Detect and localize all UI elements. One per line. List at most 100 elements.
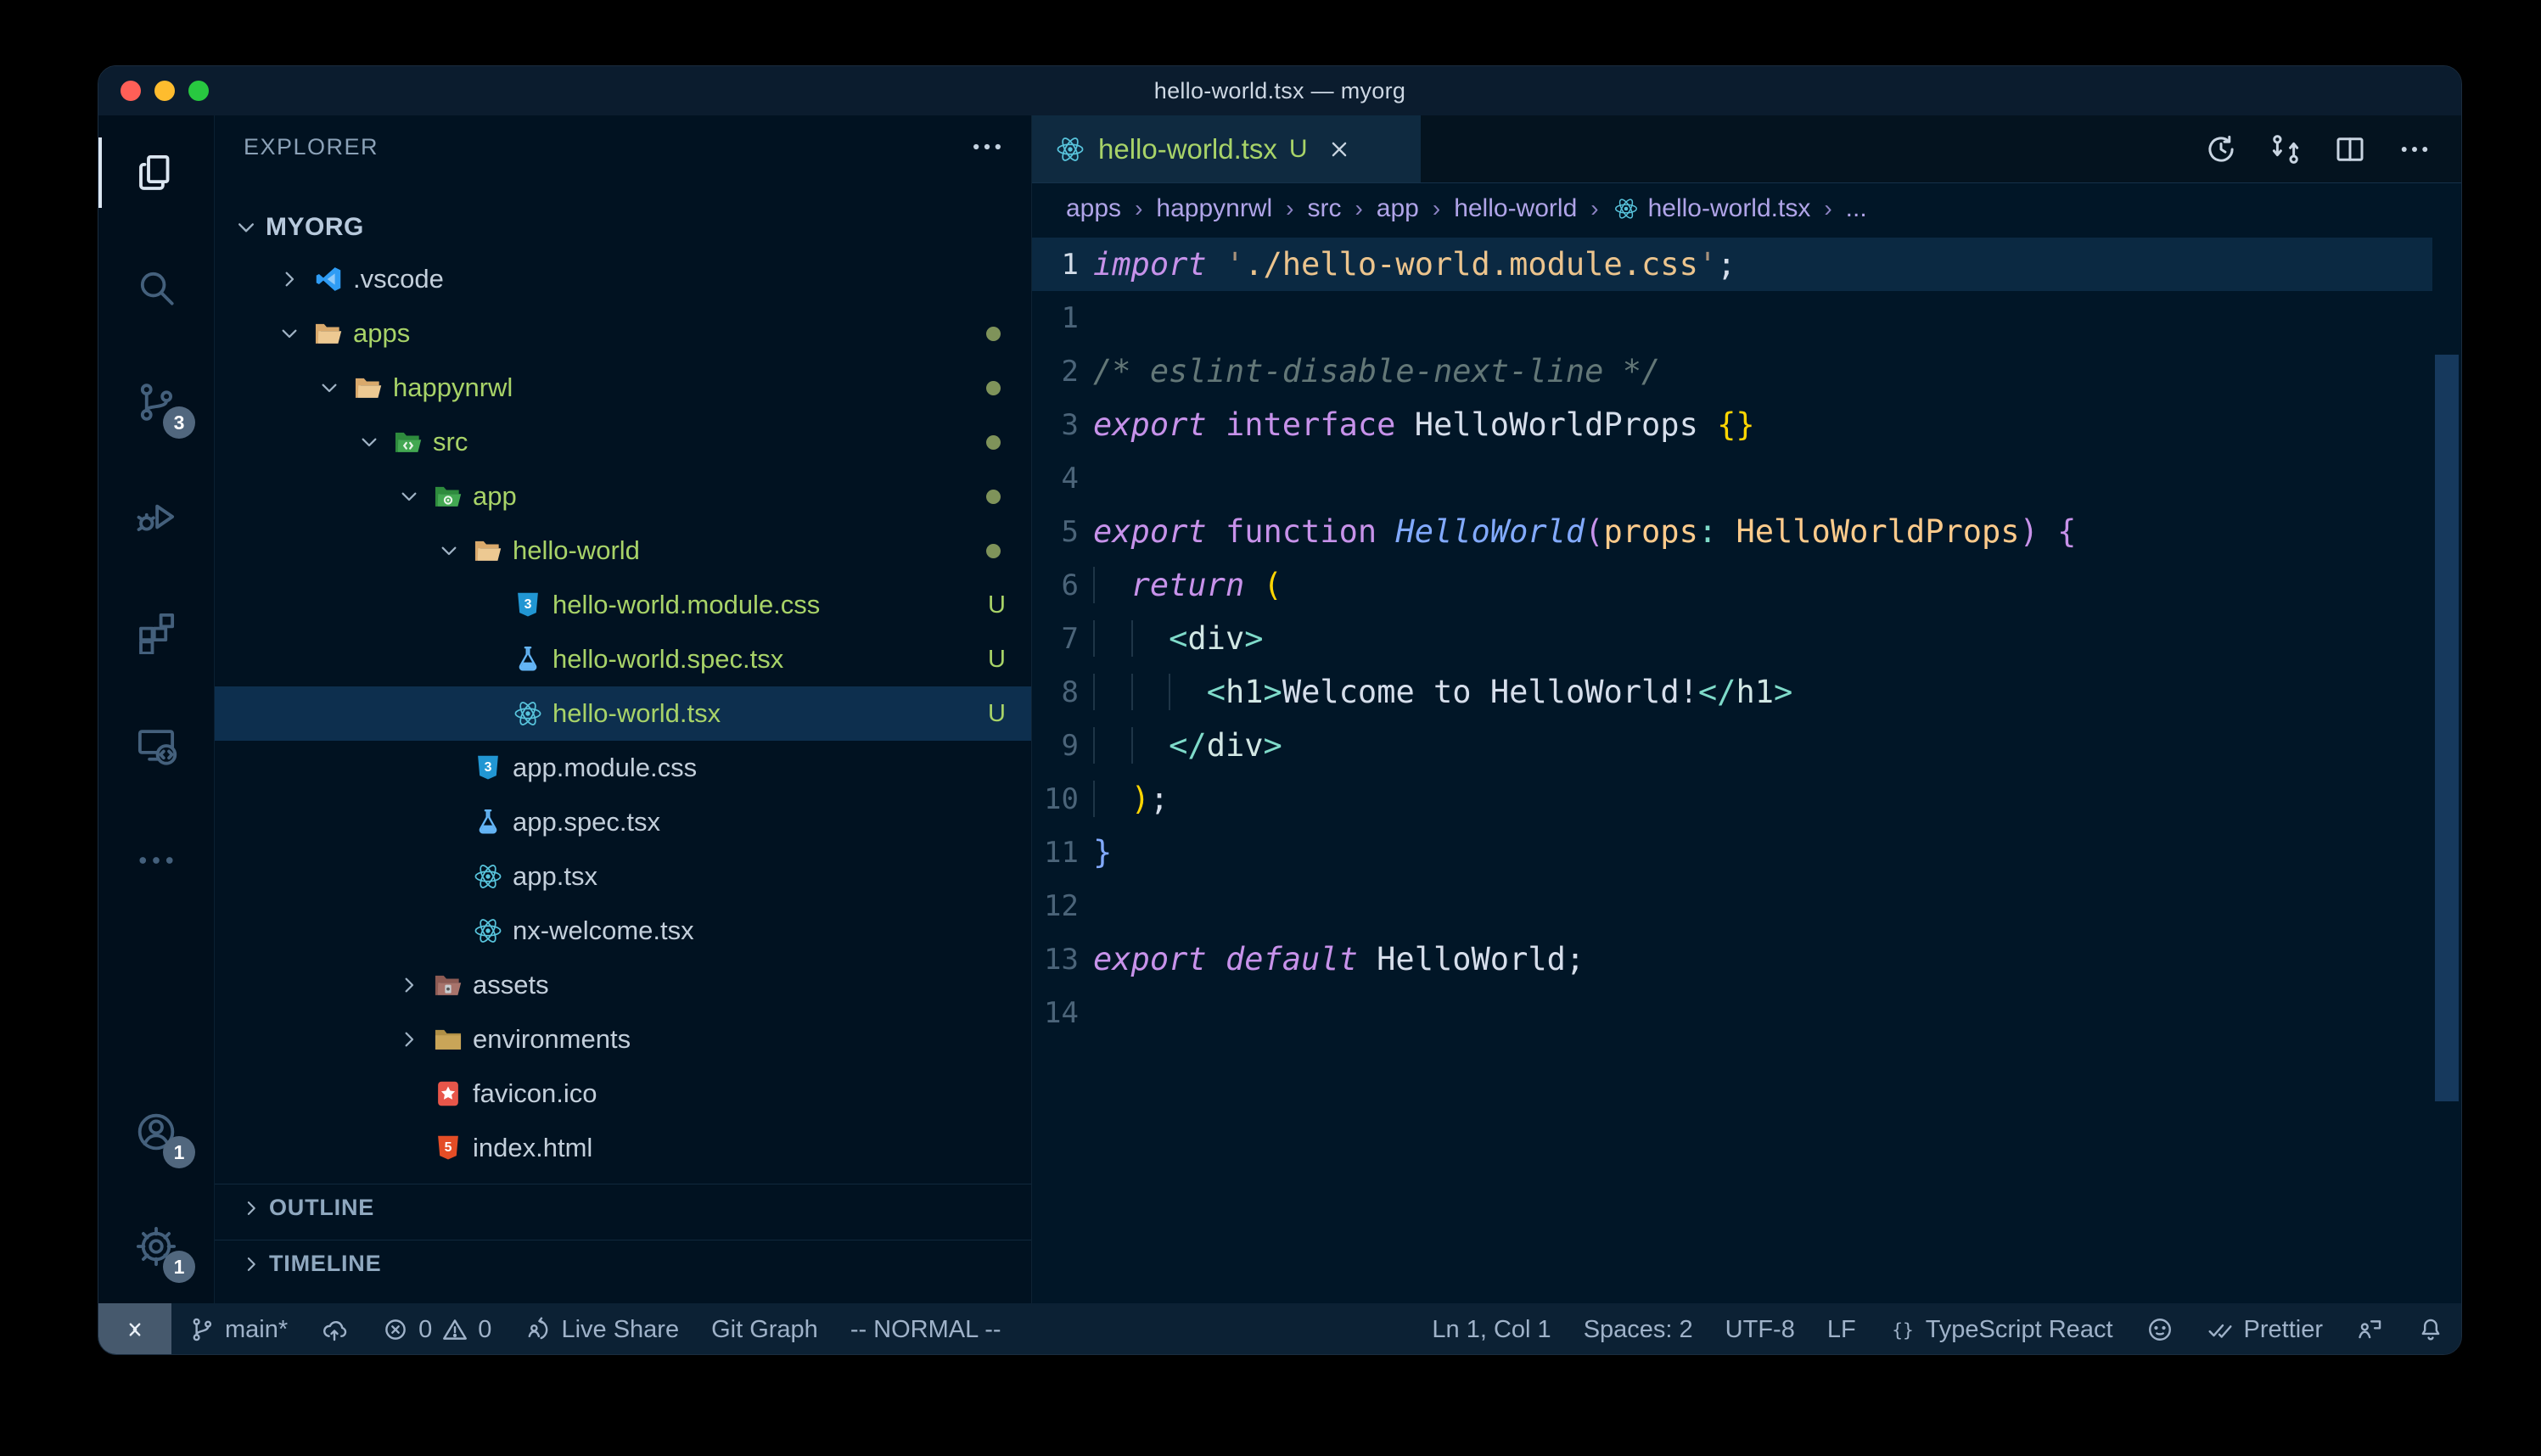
tree-item-assets[interactable]: assets	[215, 958, 1031, 1012]
code-line: 9 </div>	[1032, 719, 2461, 772]
line-number: 8	[1032, 675, 1079, 709]
line-number: 10	[1032, 782, 1079, 816]
code-editor[interactable]: 1import './hello-world.module.css';12/* …	[1032, 234, 2461, 1303]
sidebar-section-outline[interactable]: OUTLINE	[215, 1184, 1031, 1231]
test-icon	[508, 643, 547, 675]
vscode-icon	[309, 263, 348, 295]
activity-bar-item-explorer[interactable]	[98, 115, 214, 230]
close-window-button[interactable]	[121, 81, 141, 101]
breadcrumb-item[interactable]: app	[1377, 194, 1419, 223]
split-editor-icon[interactable]	[2332, 132, 2368, 167]
tree-item-favicon-ico[interactable]: favicon.ico	[215, 1067, 1031, 1121]
line-number: 9	[1032, 729, 1079, 763]
line-number: 1	[1032, 301, 1079, 335]
status-indentation[interactable]: Spaces: 2	[1568, 1303, 1709, 1355]
more-actions-icon[interactable]	[2397, 132, 2432, 167]
status-remote-indicator[interactable]	[98, 1303, 171, 1355]
status-git-branch[interactable]: main*	[171, 1303, 304, 1355]
sidebar-section-timeline[interactable]: TIMELINE	[215, 1240, 1031, 1287]
breadcrumb-item[interactable]: apps	[1066, 194, 1121, 223]
activity-bar-item-accounts[interactable]: 1	[98, 1074, 214, 1189]
status-cursor-position[interactable]: Ln 1, Col 1	[1416, 1303, 1567, 1355]
brackets-icon: {}	[1888, 1315, 1917, 1344]
tree-item-apps[interactable]: apps	[215, 306, 1031, 361]
git-modified-dot	[986, 544, 1001, 558]
git-untracked-badge: U	[988, 700, 1006, 728]
tree-item-src[interactable]: src	[215, 415, 1031, 469]
status-live-share[interactable]: Live Share	[508, 1303, 695, 1355]
breadcrumb-item[interactable]: happynrwl	[1156, 194, 1272, 223]
status-encoding[interactable]: UTF-8	[1709, 1303, 1811, 1355]
timeline-history-icon[interactable]	[2203, 132, 2239, 167]
status-problems[interactable]: 00	[365, 1303, 508, 1355]
tree-item-hello-world[interactable]: hello-world	[215, 524, 1031, 578]
activity-bar-item-more-views[interactable]	[98, 803, 214, 917]
activity-bar-item-run-debug[interactable]	[98, 459, 214, 574]
tree-item-app-module-css[interactable]: 3app.module.css	[215, 741, 1031, 795]
breadcrumb-separator: ›	[1433, 195, 1440, 222]
status-vim-mode[interactable]: -- NORMAL --	[834, 1303, 1018, 1355]
breadcrumb-item[interactable]: hello-world.tsx	[1613, 194, 1811, 223]
status-eol[interactable]: LF	[1811, 1303, 1872, 1355]
breadcrumb-separator: ›	[1355, 195, 1362, 222]
breadcrumb-item[interactable]: ...	[1846, 194, 1867, 223]
tab-hello-world-tsx[interactable]: hello-world.tsx U	[1032, 115, 1421, 182]
svg-text:3: 3	[485, 760, 492, 775]
tree-item-environments[interactable]: environments	[215, 1012, 1031, 1067]
favicon-icon	[429, 1078, 468, 1110]
open-changes-icon[interactable]	[2268, 132, 2303, 167]
editor-scrollbar[interactable]	[2435, 355, 2459, 1101]
activity-bar-item-settings[interactable]: 1	[98, 1189, 214, 1303]
breadcrumb-item[interactable]: src	[1307, 194, 1341, 223]
status-sync[interactable]	[304, 1303, 365, 1355]
status-notifications[interactable]	[2400, 1303, 2461, 1355]
activity-bar-item-remote-explorer[interactable]	[98, 688, 214, 803]
status-prettier[interactable]: Prettier	[2190, 1303, 2339, 1355]
tree-item-app-spec-tsx[interactable]: app.spec.tsx	[215, 795, 1031, 849]
activity-bar-item-extensions[interactable]	[98, 574, 214, 688]
tree-root-myorg[interactable]: MYORG	[215, 203, 1031, 252]
tree-item--vscode[interactable]: .vscode	[215, 252, 1031, 306]
line-number: 12	[1032, 889, 1079, 923]
more-icon	[133, 837, 179, 883]
activity-bar-item-source-control[interactable]: 3	[98, 344, 214, 459]
status-language-mode[interactable]: {}TypeScript React	[1872, 1303, 2129, 1355]
code-line: 10 );	[1032, 772, 2461, 826]
status-git-graph[interactable]: Git Graph	[695, 1303, 834, 1355]
search-icon	[133, 265, 179, 311]
line-number: 11	[1032, 836, 1079, 870]
tree-item-hello-world-spec-tsx[interactable]: hello-world.spec.tsxU	[215, 632, 1031, 686]
tree-item-app-tsx[interactable]: app.tsx	[215, 849, 1031, 904]
git-untracked-badge: U	[988, 646, 1006, 674]
tree-item-index-html[interactable]: 5index.html	[215, 1121, 1031, 1175]
tab-bar: hello-world.tsx U	[1032, 115, 2461, 183]
code-line: 5export function HelloWorld(props: Hello…	[1032, 505, 2461, 558]
tree-item-hello-world-module-css[interactable]: 3hello-world.module.cssU	[215, 578, 1031, 632]
tree-item-app[interactable]: app	[215, 469, 1031, 524]
minimize-window-button[interactable]	[154, 81, 175, 101]
css-icon: 3	[468, 752, 508, 784]
code-line: 8 <h1>Welcome to HelloWorld!</h1>	[1032, 665, 2461, 719]
chevron-right-icon	[390, 1026, 429, 1053]
code-line: 4	[1032, 451, 2461, 505]
folder-tan-icon	[309, 317, 348, 350]
code-line: 12	[1032, 879, 2461, 932]
tree-item-nx-welcome-tsx[interactable]: nx-welcome.tsx	[215, 904, 1031, 958]
tree-item-happynrwl[interactable]: happynrwl	[215, 361, 1031, 415]
explorer-header: EXPLORER	[215, 115, 1031, 178]
status-feedback[interactable]	[2339, 1303, 2400, 1355]
status-github[interactable]	[2129, 1303, 2190, 1355]
activity-bar-item-search[interactable]	[98, 230, 214, 344]
line-number: 14	[1032, 996, 1079, 1030]
bell-icon	[2416, 1315, 2445, 1344]
breadcrumb-item[interactable]: hello-world	[1454, 194, 1577, 223]
octoface-icon	[2146, 1315, 2174, 1344]
tree-item-hello-world-tsx[interactable]: hello-world.tsxU	[215, 686, 1031, 741]
breadcrumb-separator: ›	[1590, 195, 1598, 222]
error-icon	[381, 1315, 410, 1344]
zoom-window-button[interactable]	[188, 81, 209, 101]
status-bar: main* 00Live ShareGit Graph-- NORMAL -- L…	[98, 1303, 2461, 1355]
explorer-more-actions-icon[interactable]	[968, 128, 1006, 165]
close-tab-icon[interactable]	[1325, 135, 1354, 164]
code-line: 7 <div>	[1032, 612, 2461, 665]
